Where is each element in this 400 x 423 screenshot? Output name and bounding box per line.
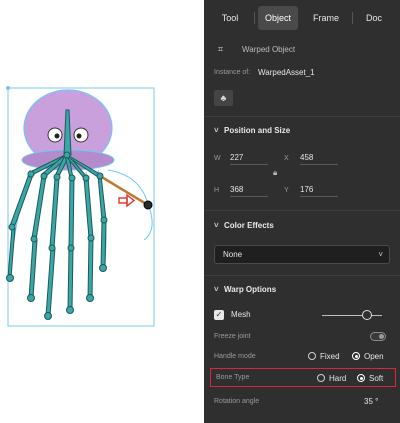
- stage-canvas[interactable]: [0, 0, 200, 423]
- y-label: Y: [284, 187, 289, 194]
- handle-open-radio[interactable]: [352, 352, 360, 360]
- warped-jellyfish-artwork[interactable]: [0, 0, 200, 423]
- height-label: H: [214, 187, 220, 194]
- right-pupil: [76, 133, 82, 139]
- y-field[interactable]: 176: [300, 183, 338, 197]
- toggle-knob: [379, 334, 384, 339]
- x-field[interactable]: 458: [300, 151, 338, 165]
- divider: [204, 210, 400, 211]
- divider: [204, 275, 400, 276]
- chevron-down-icon: ˅: [214, 221, 219, 230]
- mesh-slider-track[interactable]: [322, 315, 382, 316]
- tab-doc[interactable]: Doc: [356, 6, 392, 30]
- rotation-angle-label: Rotation angle: [214, 398, 260, 405]
- warp-options-header[interactable]: ˅ Warp Options: [214, 285, 276, 299]
- chevron-down-icon: ˅: [214, 126, 219, 135]
- color-effect-dropdown[interactable]: None ˅: [214, 245, 390, 264]
- handle-mode-label: Handle mode: [214, 353, 256, 360]
- freeze-joint-label: Freeze joint: [214, 333, 251, 340]
- color-effects-header[interactable]: ˅ Color Effects: [214, 221, 274, 235]
- tab-frame[interactable]: Frame: [304, 6, 348, 30]
- tab-separator: [352, 12, 353, 24]
- mesh-slider-knob[interactable]: [362, 310, 372, 320]
- properties-panel: Tool Object Frame Doc ⌗ Warped Object In…: [204, 0, 400, 423]
- selected-bone: [99, 174, 149, 207]
- instance-name: WarpedAsset_1: [258, 68, 315, 77]
- swap-symbol-icon[interactable]: ♣: [214, 90, 233, 106]
- handle-open-label: Open: [364, 352, 384, 361]
- dropdown-value: None: [223, 250, 243, 259]
- chevron-down-icon: ˅: [214, 285, 219, 294]
- bone-hard-radio[interactable]: [317, 374, 325, 382]
- section-title: Warp Options: [224, 285, 277, 294]
- object-type-name: Warped Object: [242, 45, 296, 54]
- warped-object-icon: ⌗: [218, 44, 224, 54]
- section-title: Color Effects: [224, 221, 274, 230]
- x-label: X: [284, 155, 289, 162]
- freeze-joint-toggle[interactable]: [370, 332, 386, 341]
- bone-type-label: Bone Type: [216, 374, 250, 381]
- lock-icon[interactable]: 🔒︎: [273, 168, 277, 178]
- instance-of-label: Instance of:: [214, 69, 251, 76]
- handle-fixed-radio[interactable]: [308, 352, 316, 360]
- mesh-label: Mesh: [231, 310, 251, 319]
- red-arrow-icon: [118, 193, 136, 208]
- chevron-down-icon: ˅: [378, 250, 383, 259]
- panel-tabs: Tool Object Frame Doc: [204, 6, 400, 30]
- bone-hard-label: Hard: [329, 374, 347, 383]
- bone-soft-radio[interactable]: [357, 374, 365, 382]
- section-title: Position and Size: [224, 126, 291, 135]
- tab-tool[interactable]: Tool: [210, 6, 250, 30]
- divider: [204, 116, 400, 117]
- left-pupil: [54, 133, 60, 139]
- width-label: W: [214, 155, 221, 162]
- warp-handle[interactable]: [143, 200, 153, 210]
- mesh-checkbox[interactable]: ✓: [214, 310, 224, 320]
- selection-corner-handle: [6, 86, 10, 90]
- tab-object[interactable]: Object: [258, 6, 298, 30]
- bone-soft-label: Soft: [369, 374, 384, 383]
- handle-fixed-label: Fixed: [320, 352, 340, 361]
- width-field[interactable]: 227: [230, 151, 268, 165]
- height-field[interactable]: 368: [230, 183, 268, 197]
- rotation-angle-field[interactable]: 35 °: [364, 397, 378, 406]
- tab-separator: [254, 12, 255, 24]
- position-size-header[interactable]: ˅ Position and Size: [214, 126, 290, 140]
